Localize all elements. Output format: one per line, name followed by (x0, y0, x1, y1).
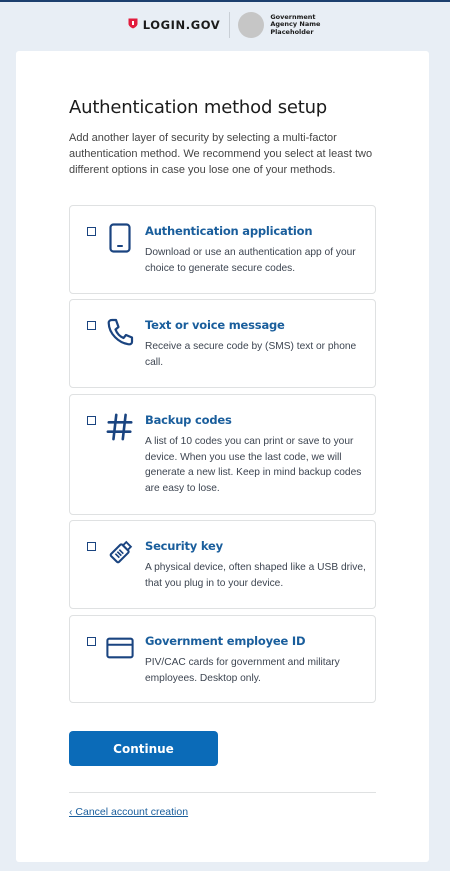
option-text-or-voice[interactable]: Text or voice message Receive a secure c… (69, 299, 376, 388)
option-government-employee-id[interactable]: Government employee ID PIV/CAC cards for… (69, 615, 376, 703)
option-backup-codes[interactable]: Backup codes A list of 10 codes you can … (69, 394, 376, 515)
option-description: Receive a secure code by (SMS) text or p… (145, 341, 357, 368)
main-card: Authentication method setup Add another … (16, 51, 429, 862)
continue-button[interactable]: Continue (69, 731, 218, 766)
intro-text: Add another layer of security by selecti… (69, 132, 373, 176)
divider (69, 792, 376, 793)
option-checkbox[interactable] (87, 542, 96, 551)
logo-text: LOGIN.GOV (142, 18, 221, 32)
phone-handset-icon (106, 317, 134, 347)
site-header: LOGIN.GOV Government Agency Name Placeho… (0, 2, 450, 48)
option-title: Backup codes (145, 413, 232, 427)
login-gov-logo[interactable]: LOGIN.GOV (128, 12, 231, 38)
hashtag-icon (106, 412, 134, 442)
security-key-icon (106, 538, 134, 568)
option-authentication-application[interactable]: Authentication application Download or u… (69, 205, 376, 294)
page-title: Authentication method setup (69, 97, 328, 118)
option-security-key[interactable]: Security key A physical device, often sh… (69, 520, 376, 609)
option-description: Download or use an authentication app of… (145, 247, 356, 274)
agency-avatar (238, 12, 265, 38)
agency-name: Government Agency Name Placeholder (270, 12, 321, 36)
option-title: Government employee ID (145, 634, 306, 648)
option-description: PIV/CAC cards for government and militar… (145, 657, 340, 684)
phone-device-icon (106, 223, 134, 253)
option-checkbox[interactable] (87, 321, 96, 330)
cancel-account-creation-link[interactable]: ‹ Cancel account creation (69, 806, 188, 818)
id-card-icon (106, 633, 134, 663)
option-title: Text or voice message (145, 318, 285, 332)
option-description: A list of 10 codes you can print or save… (145, 436, 362, 494)
option-title: Authentication application (145, 224, 313, 238)
agency-badge: Government Agency Name Placeholder (230, 12, 322, 38)
option-title: Security key (145, 539, 223, 553)
option-checkbox[interactable] (87, 416, 96, 425)
shield-icon (128, 16, 138, 34)
option-checkbox[interactable] (87, 637, 96, 646)
option-checkbox[interactable] (87, 227, 96, 236)
option-description: A physical device, often shaped like a U… (145, 562, 366, 589)
